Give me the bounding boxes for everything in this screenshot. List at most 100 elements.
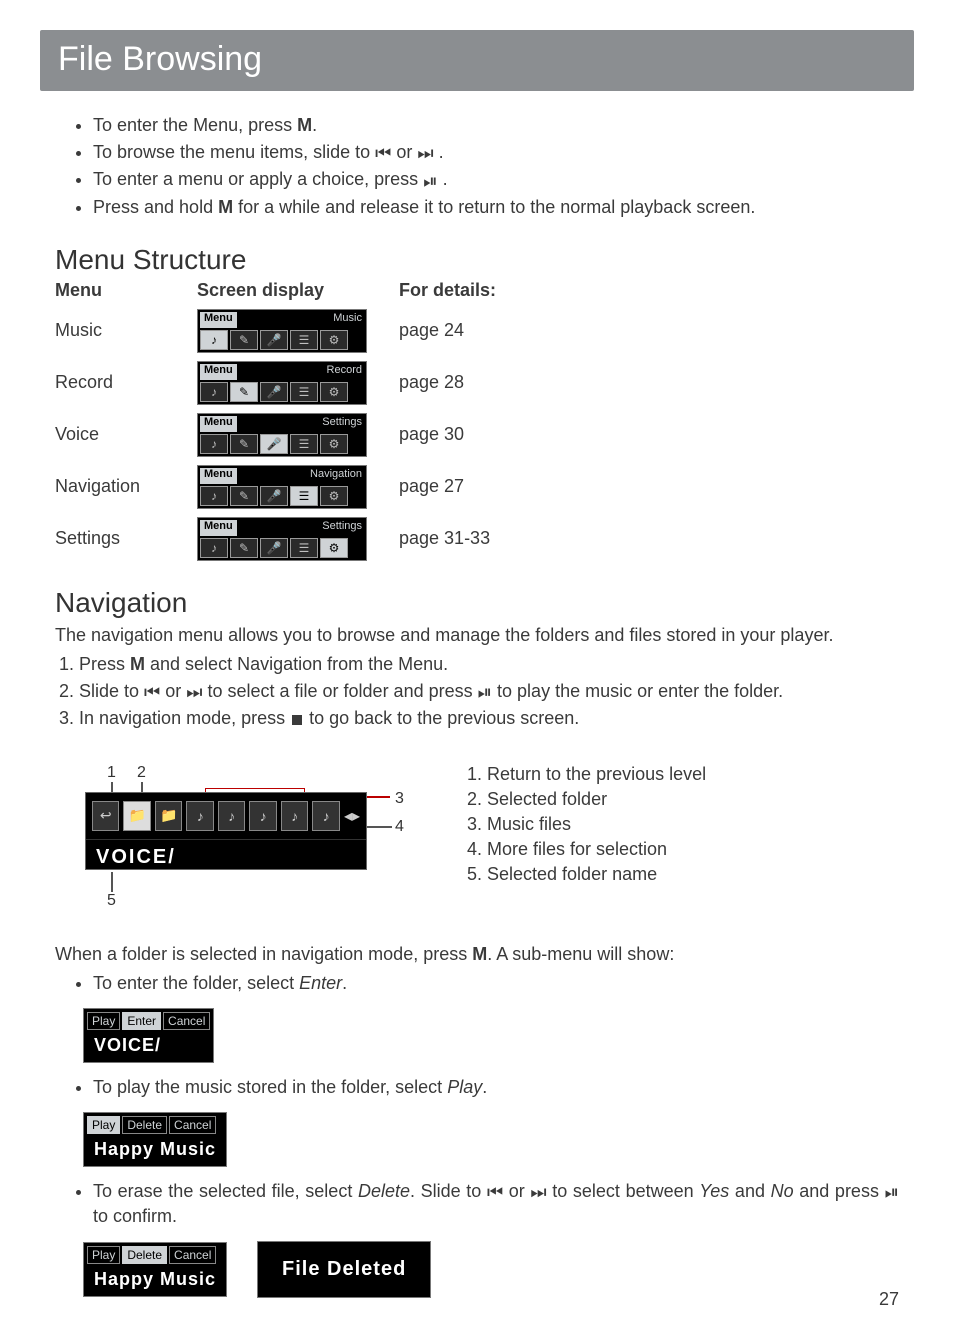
lcd-menu-tab: Menu bbox=[200, 520, 237, 536]
intro-item: Press and hold M for a while and release… bbox=[93, 195, 899, 220]
lcd-mode-label: Navigation bbox=[308, 468, 364, 484]
lcd-music-icon: ♪ bbox=[200, 330, 228, 350]
next-icon: ⏭ bbox=[530, 1183, 546, 1201]
page-number: 27 bbox=[879, 1289, 899, 1310]
menu-name: Navigation bbox=[55, 476, 185, 497]
menu-structure-table: Menu Screen display For details: Music M… bbox=[55, 280, 899, 561]
folder-icon: 📁 bbox=[155, 801, 182, 831]
lcd-voice-icon: 🎤 bbox=[260, 486, 288, 506]
submenu-item: To play the music stored in the folder, … bbox=[93, 1075, 899, 1100]
opt-delete: Delete bbox=[122, 1246, 167, 1264]
menu-detail: page 31-33 bbox=[399, 528, 599, 549]
intro-list: To enter the Menu, press M. To browse th… bbox=[55, 113, 899, 220]
text: . bbox=[342, 973, 347, 993]
submenu-lcd-3: Play Delete Cancel Happy Music bbox=[83, 1242, 227, 1297]
legend-item: More files for selection bbox=[487, 837, 706, 862]
lcd-music-icon: ♪ bbox=[200, 434, 228, 454]
text: To enter a menu or apply a choice, press bbox=[93, 169, 423, 189]
lcd-nav-icon: ☰ bbox=[290, 330, 318, 350]
step: Slide to ⏮ or ⏭ to select a file or fold… bbox=[79, 679, 899, 704]
option-play: Play bbox=[447, 1077, 482, 1097]
col-menu: Menu bbox=[55, 280, 185, 301]
lcd-mode-label: Settings bbox=[320, 416, 364, 432]
option-no: No bbox=[771, 1181, 794, 1201]
music-file-icon: ♪ bbox=[312, 801, 339, 831]
opt-cancel: Cancel bbox=[169, 1116, 216, 1134]
opt-cancel: Cancel bbox=[163, 1012, 210, 1030]
text: to confirm. bbox=[93, 1206, 177, 1226]
play-pause-icon: ⏯ bbox=[885, 1183, 899, 1201]
text: to go back to the previous screen. bbox=[304, 708, 579, 728]
submenu-lcd-1: Play Enter Cancel VOICE/ bbox=[83, 1008, 214, 1063]
lcd-voice-icon: 🎤 bbox=[260, 434, 288, 454]
key-m: M bbox=[297, 115, 312, 135]
text: and bbox=[729, 1181, 770, 1201]
submenu-lcd-2: Play Delete Cancel Happy Music bbox=[83, 1112, 227, 1167]
callout-4: 4 bbox=[395, 818, 404, 836]
menu-detail: page 30 bbox=[399, 424, 599, 445]
text: . bbox=[482, 1077, 487, 1097]
navigation-intro: The navigation menu allows you to browse… bbox=[55, 623, 899, 648]
stop-icon bbox=[292, 715, 302, 725]
legend-item: Return to the previous level bbox=[487, 762, 706, 787]
lcd-voice-icon: 🎤 bbox=[260, 538, 288, 558]
intro-item: To enter a menu or apply a choice, press… bbox=[93, 167, 899, 192]
text: Press and hold bbox=[93, 197, 218, 217]
text: or bbox=[391, 142, 417, 162]
text: Press bbox=[79, 654, 130, 674]
callout-3: 3 bbox=[395, 790, 404, 808]
menu-detail: page 28 bbox=[399, 372, 599, 393]
key-m: M bbox=[130, 654, 145, 674]
text: To browse the menu items, slide to bbox=[93, 142, 375, 162]
key-m: M bbox=[218, 197, 233, 217]
text: . A sub-menu will show: bbox=[487, 944, 674, 964]
folder-icon: 📁 bbox=[123, 801, 150, 831]
lcd-menu-tab: Menu bbox=[200, 416, 237, 432]
text: . bbox=[438, 169, 448, 189]
lcd-thumb: Menu Settings ♪ ✎ 🎤 ☰ ⚙ bbox=[197, 517, 387, 561]
lcd-record-icon: ✎ bbox=[230, 486, 258, 506]
lcd-file-name: Happy Music bbox=[84, 1137, 226, 1166]
menu-detail: page 27 bbox=[399, 476, 599, 497]
lcd-music-icon: ♪ bbox=[200, 486, 228, 506]
menu-name: Music bbox=[55, 320, 185, 341]
folder-name-label: VOICE/ bbox=[86, 840, 366, 875]
prev-icon: ⏮ bbox=[144, 683, 160, 701]
lcd-settings-icon: ⚙ bbox=[320, 538, 348, 558]
play-pause-icon: ⏯ bbox=[423, 172, 437, 190]
menu-name: Settings bbox=[55, 528, 185, 549]
lcd-mode-label: Music bbox=[331, 312, 364, 328]
text: to select a file or folder and press bbox=[202, 681, 477, 701]
prev-icon: ⏮ bbox=[375, 144, 391, 162]
figure-legend: Return to the previous level Selected fo… bbox=[465, 752, 706, 888]
step: Press M and select Navigation from the M… bbox=[79, 652, 899, 677]
col-display: Screen display bbox=[197, 280, 387, 301]
legend-item: Selected folder bbox=[487, 787, 706, 812]
text: . bbox=[434, 142, 444, 162]
navigation-heading: Navigation bbox=[55, 587, 899, 619]
opt-enter: Enter bbox=[122, 1012, 161, 1030]
col-details: For details: bbox=[399, 280, 599, 301]
next-icon: ⏭ bbox=[186, 683, 202, 701]
music-file-icon: ♪ bbox=[218, 801, 245, 831]
submenu-intro: When a folder is selected in navigation … bbox=[55, 942, 899, 967]
opt-play: Play bbox=[87, 1246, 120, 1264]
music-file-icon: ♪ bbox=[186, 801, 213, 831]
lcd-voice-icon: 🎤 bbox=[260, 382, 288, 402]
text: To erase the selected file, select bbox=[93, 1181, 358, 1201]
text: to select between bbox=[547, 1181, 700, 1201]
lcd-settings-icon: ⚙ bbox=[320, 330, 348, 350]
option-delete: Delete bbox=[358, 1181, 410, 1201]
prev-icon: ⏮ bbox=[487, 1183, 503, 1201]
lcd-nav-icon: ☰ bbox=[290, 382, 318, 402]
text: To enter the Menu, press bbox=[93, 115, 297, 135]
lcd-settings-icon: ⚙ bbox=[320, 382, 348, 402]
lcd-mode-label: Settings bbox=[320, 520, 364, 536]
legend-item: Selected folder name bbox=[487, 862, 706, 887]
lcd-music-icon: ♪ bbox=[200, 538, 228, 558]
lcd-record-icon: ✎ bbox=[230, 330, 258, 350]
lcd-record-icon: ✎ bbox=[230, 382, 258, 402]
intro-item: To enter the Menu, press M. bbox=[93, 113, 899, 138]
opt-play: Play bbox=[87, 1116, 120, 1134]
lcd-record-icon: ✎ bbox=[230, 538, 258, 558]
